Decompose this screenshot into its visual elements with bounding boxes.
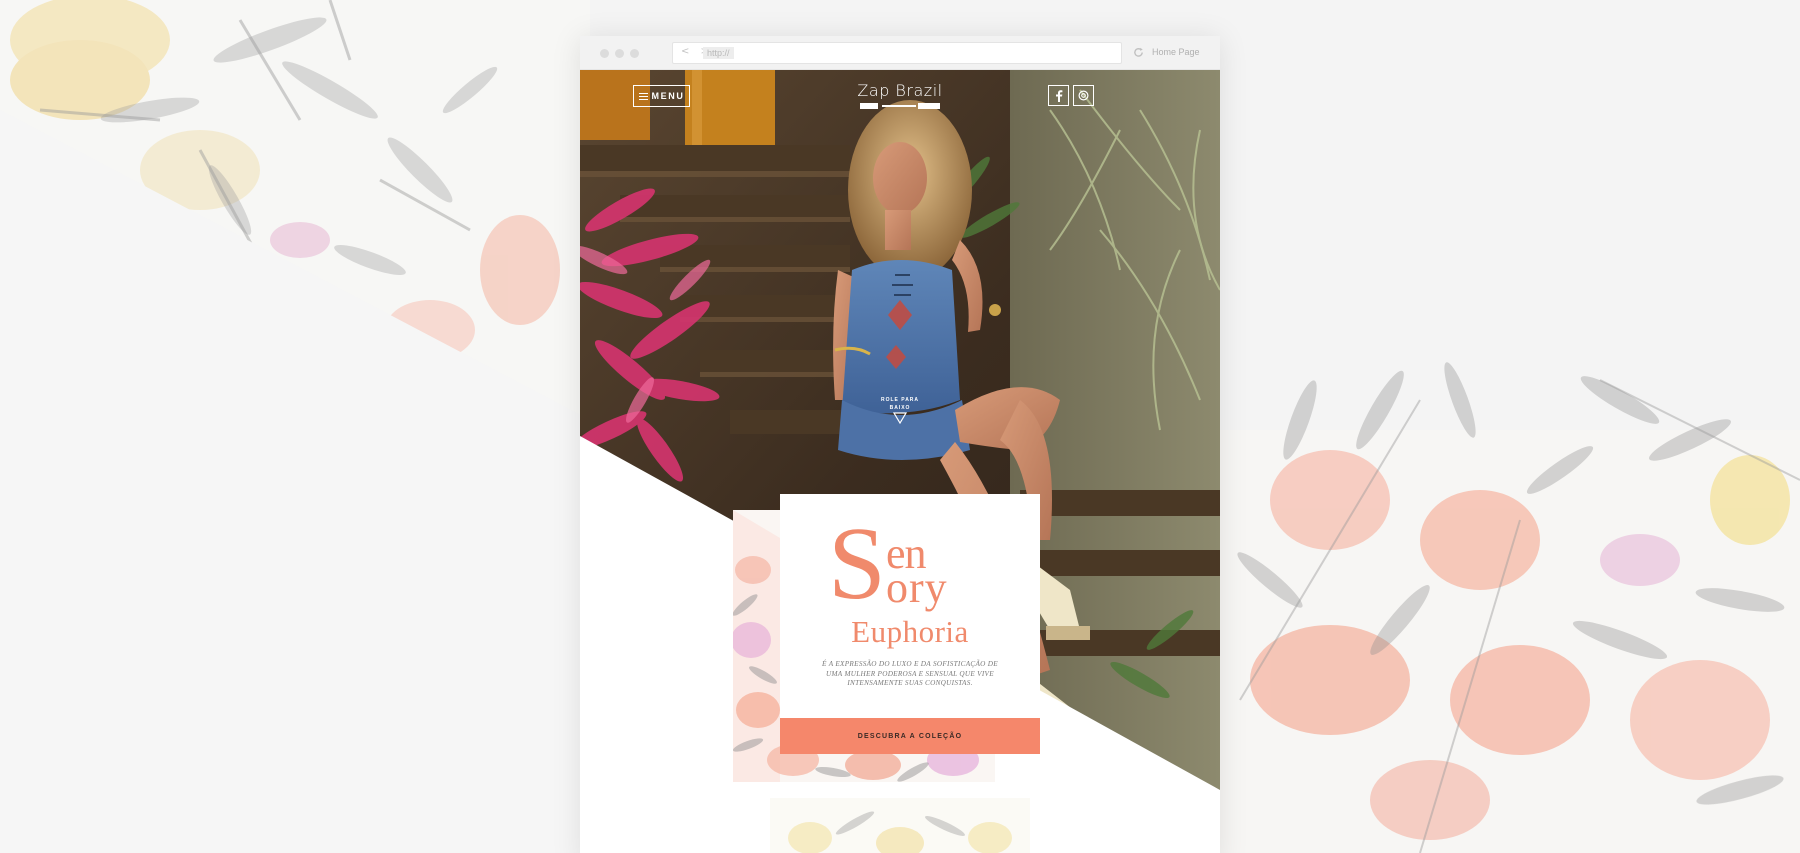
window-maximize-dot[interactable]	[630, 49, 639, 58]
window-close-dot[interactable]	[600, 49, 609, 58]
collection-card: S en ory Euphoria É A EXPRESSÃO DO LUXO …	[780, 494, 1040, 754]
home-page-tab[interactable]: Home Page	[1152, 47, 1200, 57]
url-text: http://	[703, 47, 734, 59]
address-bar[interactable]: < > http://	[672, 42, 1122, 64]
window-minimize-dot[interactable]	[615, 49, 624, 58]
title-part-ory: ory	[886, 563, 948, 612]
next-section-floral	[770, 798, 1030, 853]
page-viewport: MENU Zap Brazil ROLE PARA BAIXO S en ory…	[580, 70, 1220, 853]
title-initial: S	[828, 506, 886, 621]
browser-toolbar: < > http:// Home Page	[580, 36, 1220, 70]
reload-icon[interactable]	[1133, 47, 1144, 58]
title-euphoria: Euphoria	[851, 614, 969, 649]
collection-description: É A EXPRESSÃO DO LUXO E DA SOFISTICAÇÃO …	[822, 660, 998, 687]
discover-collection-button[interactable]: DESCUBRA A COLEÇÃO	[780, 718, 1040, 754]
browser-window: < > http:// Home Page MENU Zap Brazil RO…	[580, 36, 1220, 853]
